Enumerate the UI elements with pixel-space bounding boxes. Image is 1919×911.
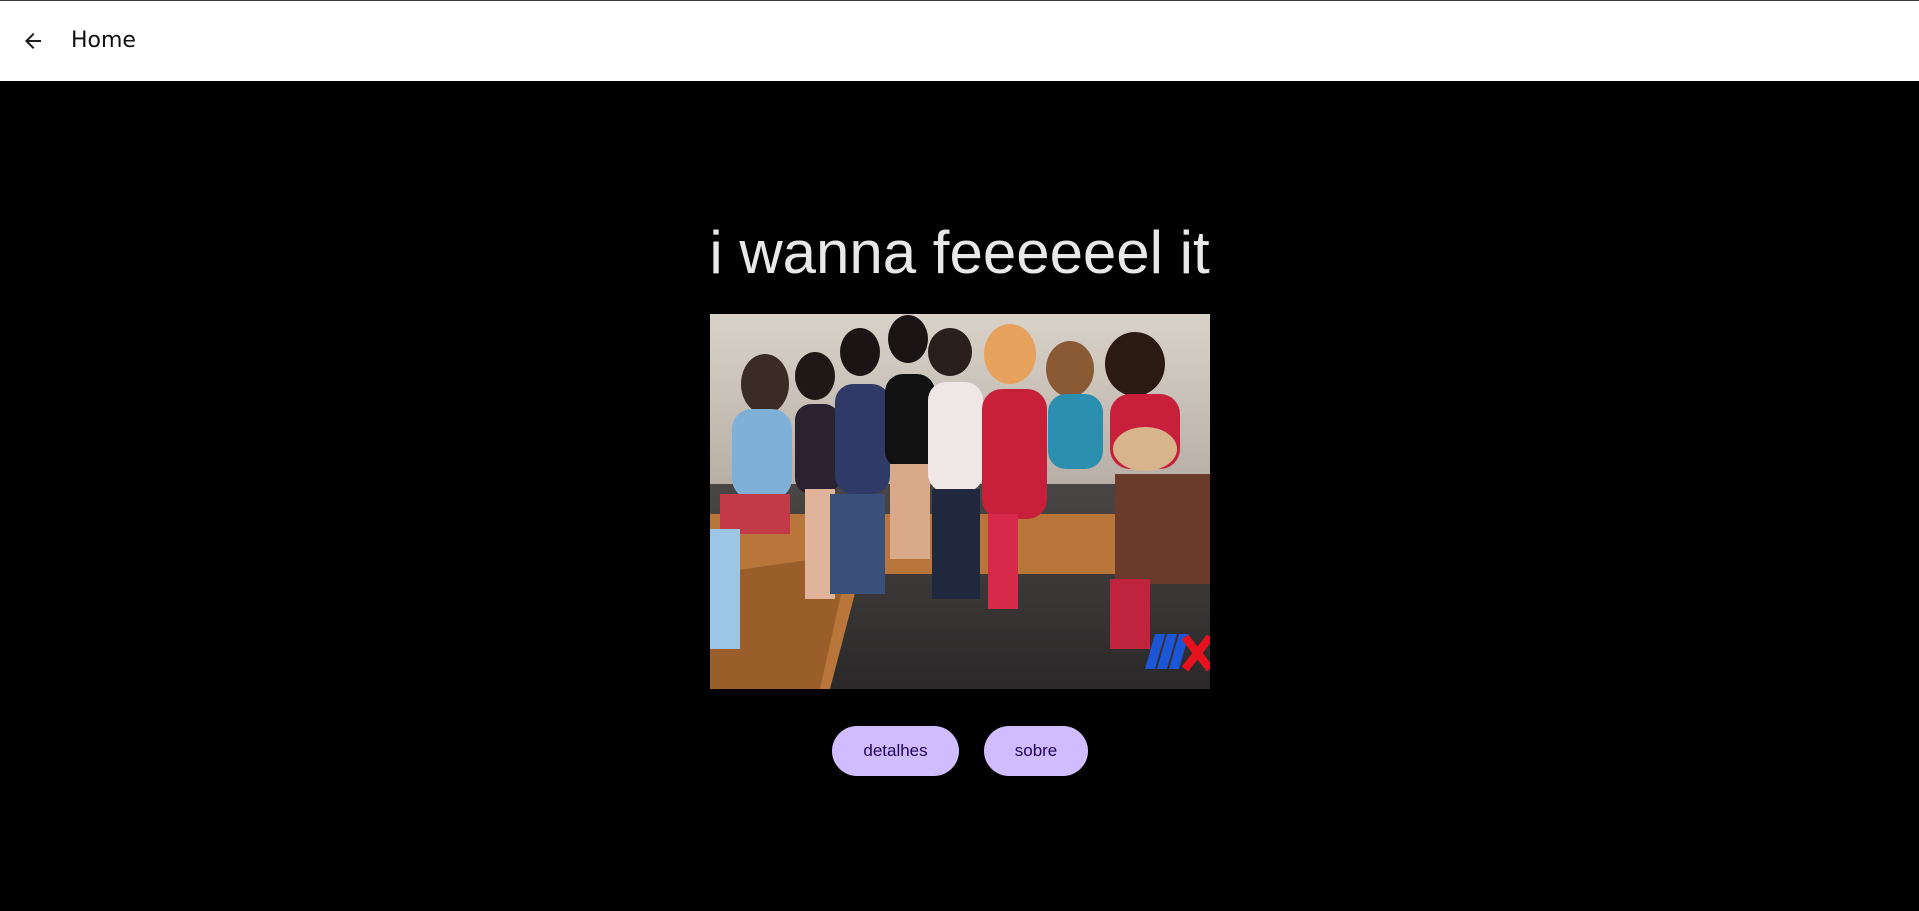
app-bar: Home [0, 1, 1919, 81]
detalhes-button[interactable]: detalhes [832, 726, 959, 776]
group-photo-illustration [710, 314, 1210, 689]
headline: i wanna feeeeeel it [709, 219, 1210, 286]
arrow-left-icon [25, 33, 41, 49]
action-buttons: detalhes sobre [832, 726, 1088, 776]
main-content: i wanna feeeeeel it detalhes sobre [0, 81, 1919, 911]
page-title: Home [71, 28, 136, 53]
back-button[interactable] [17, 25, 49, 57]
sobre-button[interactable]: sobre [984, 726, 1088, 776]
group-photo [710, 314, 1210, 689]
